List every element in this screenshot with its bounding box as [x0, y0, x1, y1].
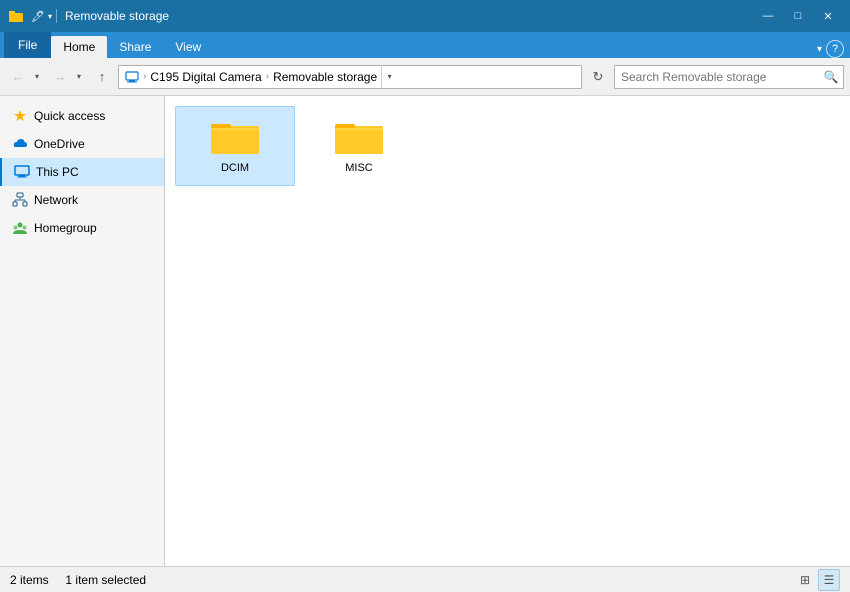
search-box[interactable]: 🔍: [614, 65, 844, 89]
tab-home[interactable]: Home: [51, 36, 107, 58]
toolbar: ← ▾ → ▾ ↑ › C195 Digital Camera › Remova…: [0, 58, 850, 96]
ribbon-end: ▾ ?: [817, 40, 850, 58]
ribbon-help-button[interactable]: ?: [826, 40, 844, 58]
nav-group-forward: → ▾: [48, 65, 86, 89]
selection-status: 1 item selected: [65, 573, 146, 587]
forward-dropdown[interactable]: ▾: [72, 65, 86, 89]
minimize-button[interactable]: —: [754, 6, 782, 26]
address-sep-1: ›: [143, 71, 146, 82]
file-tab[interactable]: File: [4, 32, 51, 58]
sidebar-item-thispc[interactable]: This PC: [0, 158, 164, 186]
search-input[interactable]: [615, 70, 819, 84]
status-bar: 2 items 1 item selected ⊞ ☰: [0, 566, 850, 592]
tab-view[interactable]: View: [163, 36, 213, 58]
close-button[interactable]: ✕: [814, 6, 842, 26]
folder-icon-misc: [333, 116, 385, 158]
toolbar-separator: [56, 9, 57, 23]
address-segment-thispc[interactable]: [123, 67, 141, 87]
title-bar: 🖊 ▾ Removable storage — □ ✕: [0, 0, 850, 32]
forward-button[interactable]: →: [48, 65, 72, 89]
status-separator: [52, 573, 62, 587]
thispc-icon: [14, 164, 30, 180]
onedrive-icon: [12, 136, 28, 152]
sidebar-item-quickaccess[interactable]: Quick access: [0, 102, 164, 130]
folder-name-dcim: DCIM: [221, 162, 249, 175]
title-bar-left: 🖊 ▾ Removable storage: [8, 8, 169, 24]
homegroup-icon: [12, 220, 28, 236]
view-list-button[interactable]: ☰: [818, 569, 840, 591]
sidebar-label-quickaccess: Quick access: [34, 109, 105, 123]
address-segment-removable[interactable]: Removable storage: [271, 67, 379, 87]
status-text: 2 items 1 item selected: [10, 573, 146, 587]
quick-access-toolbar: 🖊 ▾: [30, 8, 59, 24]
ribbon-collapse-arrow[interactable]: ▾: [817, 44, 822, 55]
folder-grid: DCIM MISC: [175, 106, 840, 186]
title-bar-title: Removable storage: [65, 9, 169, 23]
ribbon-tabs: File Home Share View ▾ ?: [0, 32, 850, 58]
sidebar-label-thispc: This PC: [36, 165, 79, 179]
back-dropdown[interactable]: ▾: [30, 65, 44, 89]
content-area: DCIM MISC: [165, 96, 850, 566]
folder-item-misc[interactable]: MISC: [299, 106, 419, 186]
folder-icon-dcim: [209, 116, 261, 158]
item-count: 2 items: [10, 573, 49, 587]
search-icon[interactable]: 🔍: [819, 65, 843, 89]
title-bar-folder-icon: [8, 8, 24, 24]
status-views: ⊞ ☰: [794, 569, 840, 591]
toolbar-dropdown-arrow[interactable]: ▾: [48, 12, 52, 21]
address-segment-camera[interactable]: C195 Digital Camera: [148, 67, 263, 87]
main-area: Quick access OneDrive This PC: [0, 96, 850, 566]
tab-share[interactable]: Share: [107, 36, 163, 58]
nav-group-back: ← ▾: [6, 65, 44, 89]
up-button[interactable]: ↑: [90, 65, 114, 89]
address-dropdown[interactable]: ▾: [381, 65, 397, 89]
sidebar-label-homegroup: Homegroup: [34, 221, 97, 235]
sidebar: Quick access OneDrive This PC: [0, 96, 165, 566]
view-grid-button[interactable]: ⊞: [794, 569, 816, 591]
sidebar-item-network[interactable]: Network: [0, 186, 164, 214]
address-sep-2: ›: [266, 71, 269, 82]
sidebar-item-homegroup[interactable]: Homegroup: [0, 214, 164, 242]
address-bar[interactable]: › C195 Digital Camera › Removable storag…: [118, 65, 582, 89]
back-button[interactable]: ←: [6, 65, 30, 89]
sidebar-item-onedrive[interactable]: OneDrive: [0, 130, 164, 158]
properties-icon[interactable]: 🖊: [30, 8, 46, 24]
sidebar-label-onedrive: OneDrive: [34, 137, 85, 151]
this-pc-icon: [125, 70, 139, 84]
sidebar-label-network: Network: [34, 193, 78, 207]
refresh-button[interactable]: ↻: [586, 65, 610, 89]
network-icon: [12, 192, 28, 208]
quickaccess-icon: [12, 108, 28, 124]
folder-name-misc: MISC: [345, 162, 373, 175]
title-bar-controls: — □ ✕: [754, 6, 842, 26]
folder-item-dcim[interactable]: DCIM: [175, 106, 295, 186]
maximize-button[interactable]: □: [784, 6, 812, 26]
